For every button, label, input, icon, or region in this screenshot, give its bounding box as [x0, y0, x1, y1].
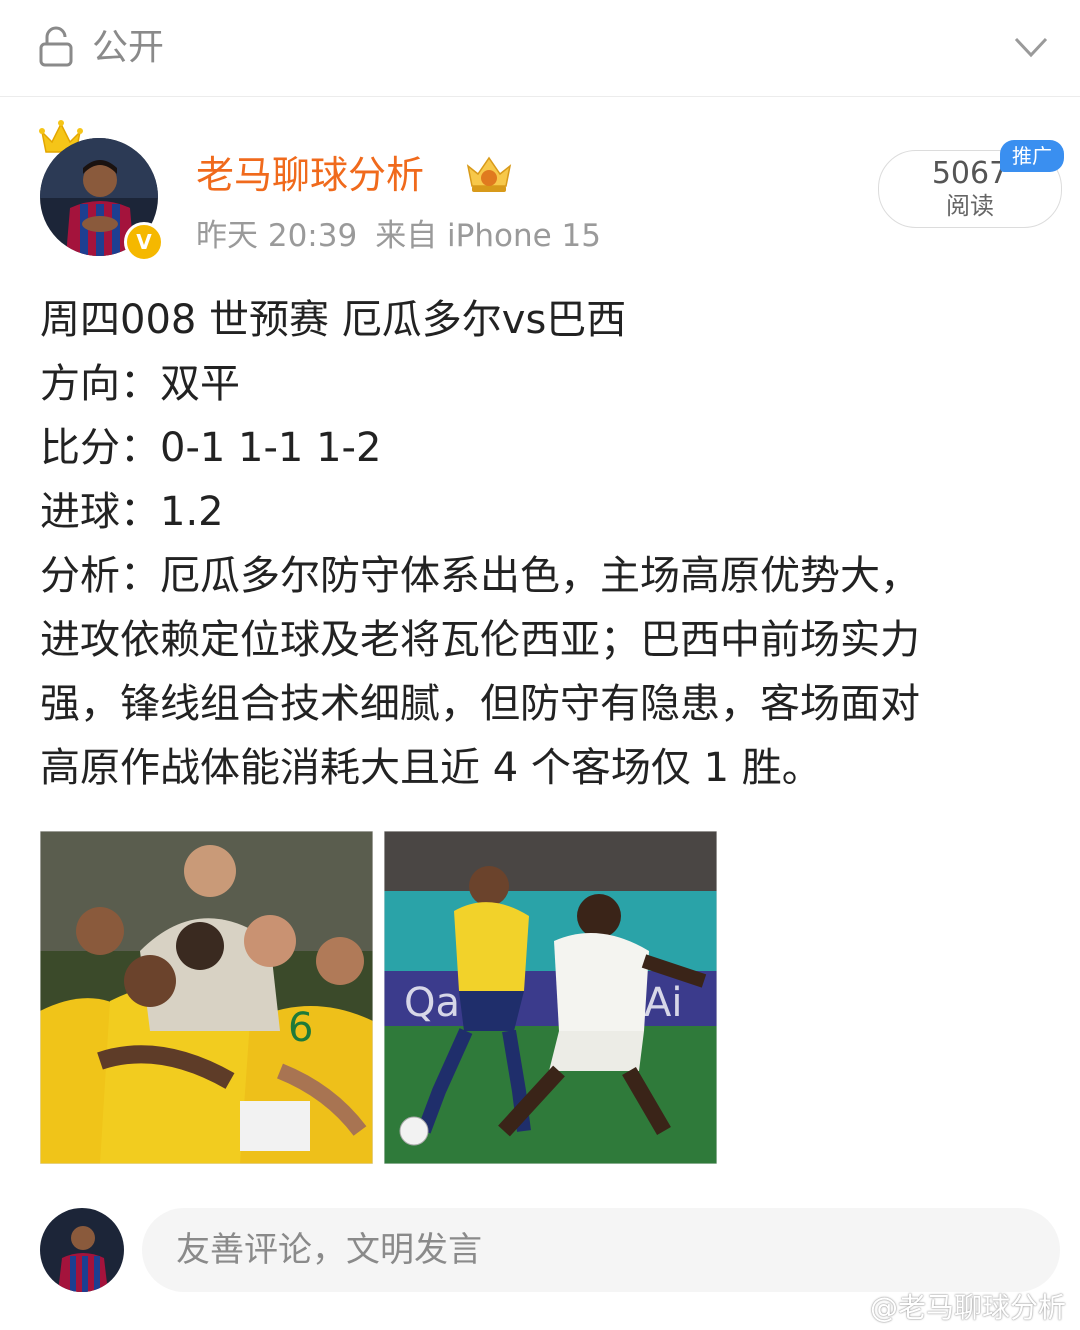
comment-placeholder: 友善评论，文明发言 [176, 1230, 482, 1270]
analysis-line: 强，锋线组合技术细腻，但防守有隐患，客场面对 [40, 681, 920, 727]
post-source: 来自 iPhone 15 [375, 218, 601, 254]
watermark: @老马聊球分析 [869, 1291, 1066, 1324]
vip-crown-icon[interactable] [462, 152, 516, 196]
analysis-line: 高原作战体能消耗大且近 4 个客场仅 1 胜。 [40, 745, 822, 791]
lock-icon [39, 26, 73, 67]
post-title-line: 周四008 世预赛 厄瓜多尔vs巴西 [40, 297, 627, 343]
analysis-line: 分析：厄瓜多尔防守体系出色，主场高原优势大， [40, 553, 920, 599]
ecuador-vs-senegal-photo[interactable]: Qat Ai [384, 831, 717, 1164]
visibility-label: 公开 [92, 27, 165, 68]
verified-badge: V [124, 222, 164, 262]
post-body: 周四008 世预赛 厄瓜多尔vs巴西 方向：双平 比分：0-1 1-1 1-2 … [40, 288, 1050, 800]
svg-text:6: 6 [288, 1005, 313, 1051]
read-label: 阅读 [946, 192, 994, 220]
score-line: 比分：0-1 1-1 1-2 [40, 425, 382, 471]
post-timestamp: 昨天 20:39 [196, 218, 358, 254]
brazil-celebration-photo[interactable]: 6 [40, 831, 373, 1164]
author-name[interactable]: 老马聊球分析 [196, 150, 424, 200]
goals-line: 进球：1.2 [40, 489, 224, 535]
post-meta: 昨天 20:39 来自 iPhone 15 [196, 216, 601, 256]
chevron-down-icon[interactable] [1014, 30, 1048, 64]
commenter-avatar[interactable] [40, 1208, 124, 1292]
direction-line: 方向：双平 [40, 361, 240, 407]
visibility-bar[interactable]: 公开 [0, 0, 1080, 97]
promo-tag[interactable]: 推广 [1000, 140, 1064, 172]
comment-input[interactable]: 友善评论，文明发言 [142, 1208, 1060, 1292]
svg-text:Ai: Ai [644, 980, 682, 1026]
author-avatar[interactable]: V [38, 116, 164, 262]
analysis-line: 进攻依赖定位球及老将瓦伦西亚；巴西中前场实力 [40, 617, 920, 663]
